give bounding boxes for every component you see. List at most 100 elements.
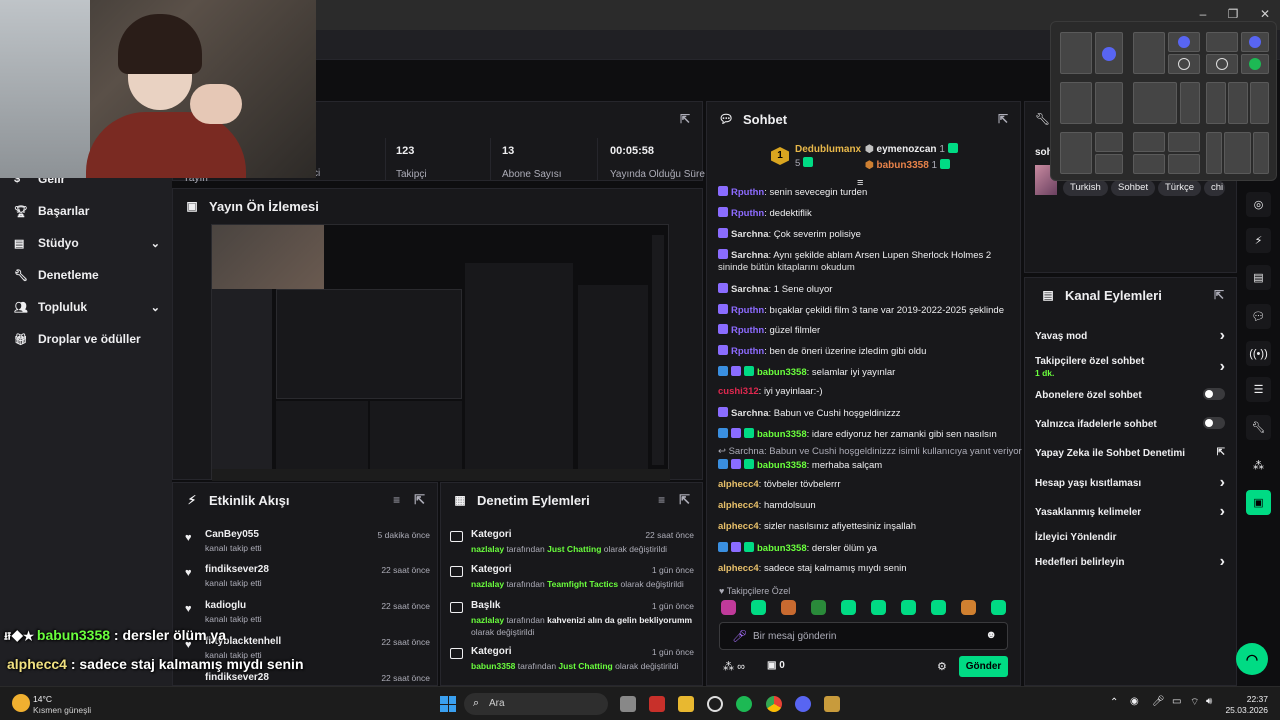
send-button[interactable]: Gönder bbox=[959, 656, 1008, 677]
channel-action-row[interactable]: Hesap yaşı kısıtlaması › bbox=[1035, 474, 1225, 491]
toggle-switch[interactable] bbox=[1203, 388, 1225, 400]
rail-points-icon[interactable]: ⁂ bbox=[1246, 453, 1271, 478]
leaderboard-second[interactable]: ⬢ eymenozcan 1 bbox=[865, 143, 961, 155]
weather-temp[interactable]: 14°C bbox=[33, 694, 52, 704]
chat-settings-gear-icon[interactable]: ⚙ bbox=[937, 660, 947, 673]
chat-username[interactable]: babun3358 bbox=[757, 429, 807, 440]
rail-camera-icon[interactable]: ◎ bbox=[1246, 192, 1271, 217]
emote-icon[interactable] bbox=[721, 600, 736, 615]
rail-lightning-icon[interactable]: ⚡︎ bbox=[1246, 228, 1271, 253]
tray-steam-icon[interactable]: ◉ bbox=[1130, 696, 1139, 707]
snap-cell[interactable] bbox=[1095, 154, 1123, 174]
snap-cell[interactable] bbox=[1228, 82, 1248, 124]
chat-username[interactable]: Rputhn bbox=[731, 325, 764, 336]
snap-cell[interactable] bbox=[1168, 54, 1200, 74]
nav-item-denetleme[interactable]: 🔧︎ Denetleme bbox=[14, 268, 99, 282]
snap-cell[interactable] bbox=[1060, 132, 1092, 174]
toggle-switch[interactable] bbox=[1203, 417, 1225, 429]
emote-icon[interactable] bbox=[751, 600, 766, 615]
snap-cell[interactable] bbox=[1133, 82, 1177, 124]
rail-chat-icon[interactable]: 💬︎ bbox=[1246, 304, 1271, 329]
tag-chip[interactable]: Turkish bbox=[1063, 180, 1108, 196]
tray-network-icon[interactable]: ⌔ bbox=[1190, 696, 1199, 709]
popout-icon[interactable]: ⇱ bbox=[680, 112, 690, 126]
app-icon-p[interactable] bbox=[649, 696, 665, 712]
channel-points[interactable]: ⁂ ∞ bbox=[723, 660, 745, 673]
windows-start-icon[interactable] bbox=[440, 696, 456, 712]
chat-username[interactable]: alphecc4 bbox=[718, 563, 759, 574]
preview-video[interactable] bbox=[211, 224, 670, 481]
chat-username[interactable]: Rputhn bbox=[731, 208, 764, 219]
chat-username[interactable]: Rputhn bbox=[731, 305, 764, 316]
snap-cell[interactable] bbox=[1133, 154, 1165, 174]
chat-username[interactable]: Sarchna bbox=[731, 250, 769, 261]
weather-desc[interactable]: Kısmen güneşli bbox=[33, 705, 91, 715]
clock-time[interactable]: 22:37 bbox=[1228, 694, 1268, 704]
channel-action-row[interactable]: Yavaş mod › bbox=[1035, 327, 1225, 344]
nav-item-studyo[interactable]: ▤ Stüdyo ⌄ bbox=[14, 236, 160, 250]
tag-chip[interactable]: Sohbet bbox=[1111, 180, 1156, 196]
chat-username[interactable]: Rputhn bbox=[731, 187, 764, 198]
emote-icon[interactable] bbox=[991, 600, 1006, 615]
chat-username[interactable]: alphecc4 bbox=[718, 479, 759, 490]
channel-action-row[interactable]: Hedefleri belirleyin › bbox=[1035, 553, 1225, 570]
snap-cell[interactable] bbox=[1250, 82, 1269, 124]
emote-icon[interactable] bbox=[931, 600, 946, 615]
chat-username[interactable]: alphecc4 bbox=[718, 521, 759, 532]
emote-icon[interactable] bbox=[871, 600, 886, 615]
chat-username[interactable]: babun3358 bbox=[757, 543, 807, 554]
channel-action-row[interactable]: Yapay Zeka ile Sohbet Denetimi ⇱ bbox=[1035, 447, 1225, 459]
filter-icon[interactable]: ≡ bbox=[393, 493, 400, 507]
leaderboard-first-name[interactable]: Dedublumanx bbox=[795, 144, 861, 155]
weather-sun-icon[interactable] bbox=[12, 694, 30, 712]
spotify-icon[interactable] bbox=[736, 696, 752, 712]
snap-cell[interactable] bbox=[1133, 32, 1165, 74]
rail-wrench-icon[interactable]: 🔧︎ bbox=[1246, 415, 1271, 440]
snap-cell[interactable] bbox=[1095, 132, 1123, 152]
channel-action-row[interactable]: Abonelere özel sohbet bbox=[1035, 388, 1225, 401]
snap-cell[interactable] bbox=[1168, 132, 1200, 152]
chat-username[interactable]: cushi312 bbox=[718, 386, 759, 397]
emote-icon[interactable] bbox=[781, 600, 796, 615]
snap-cell[interactable] bbox=[1060, 82, 1092, 124]
tag-chip[interactable]: chi bbox=[1204, 180, 1225, 196]
rail-broadcast-icon[interactable]: ((•)) bbox=[1246, 341, 1271, 366]
snap-cell[interactable] bbox=[1133, 132, 1165, 152]
emote-picker-icon[interactable]: ☻ bbox=[985, 629, 997, 641]
task-view-icon[interactable] bbox=[620, 696, 636, 712]
emote-icon[interactable] bbox=[841, 600, 856, 615]
emote-icon[interactable] bbox=[811, 600, 826, 615]
league-icon[interactable] bbox=[824, 696, 840, 712]
rail-document-icon[interactable]: ▤ bbox=[1246, 265, 1271, 290]
snap-cell[interactable] bbox=[1206, 32, 1238, 52]
filter-icon[interactable]: ≡ bbox=[658, 493, 665, 507]
snap-cell[interactable] bbox=[1168, 32, 1200, 52]
mic-icon[interactable]: 🎤︎ bbox=[732, 629, 747, 643]
emote-icon[interactable] bbox=[961, 600, 976, 615]
chrome-icon[interactable] bbox=[766, 696, 782, 712]
popout-icon[interactable]: ⇱ bbox=[414, 492, 425, 508]
snap-cell[interactable] bbox=[1180, 82, 1200, 124]
channel-action-row[interactable]: Yasaklanmış kelimeler › bbox=[1035, 503, 1225, 520]
discord-icon[interactable] bbox=[795, 696, 811, 712]
rail-kick-icon[interactable]: ▣ bbox=[1246, 490, 1271, 515]
channel-action-row[interactable]: Yalnızca ifadelerle sohbet bbox=[1035, 417, 1225, 430]
rail-list-icon[interactable]: ☰ bbox=[1246, 377, 1271, 402]
snap-cell[interactable] bbox=[1206, 82, 1226, 124]
taskbar-search[interactable]: ⌕ Ara bbox=[464, 693, 608, 715]
tag-chip[interactable]: Türkçe bbox=[1158, 180, 1202, 196]
support-chat-icon[interactable]: ◠ bbox=[1236, 643, 1268, 675]
tray-mic-icon[interactable]: 🎤︎ bbox=[1152, 696, 1165, 707]
popout-icon[interactable]: ⇱ bbox=[998, 112, 1008, 126]
channel-action-row[interactable]: İzleyici Yönlendir bbox=[1035, 532, 1225, 543]
snap-cell[interactable] bbox=[1095, 32, 1123, 74]
snap-cell[interactable] bbox=[1206, 54, 1238, 74]
chat-username[interactable]: alphecc4 bbox=[718, 500, 759, 511]
snap-cell[interactable] bbox=[1241, 32, 1269, 52]
nav-item-topluluk[interactable]: 👥︎ Topluluk ⌄ bbox=[14, 300, 160, 314]
chat-username[interactable]: Sarchna bbox=[731, 284, 769, 295]
emote-icon[interactable] bbox=[901, 600, 916, 615]
chat-username[interactable]: babun3358 bbox=[757, 460, 807, 471]
chat-username[interactable]: Sarchna bbox=[731, 408, 769, 419]
snap-cell[interactable] bbox=[1168, 154, 1200, 174]
